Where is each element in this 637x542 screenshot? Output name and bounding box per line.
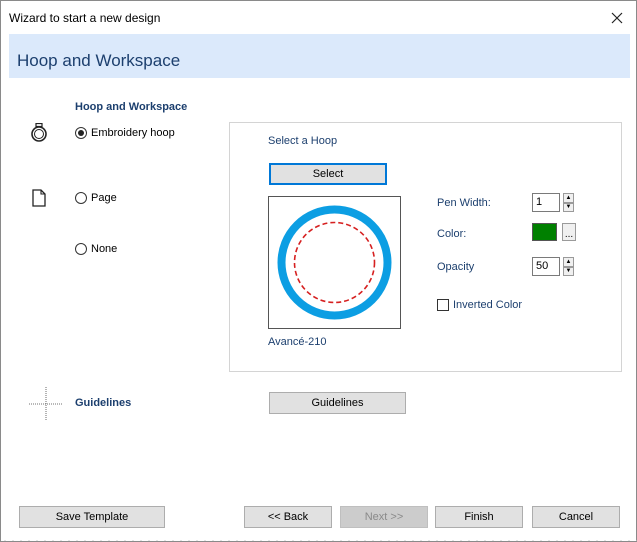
pen-width-label: Pen Width: (437, 197, 491, 209)
radio-embroidery-hoop[interactable]: Embroidery hoop (75, 127, 175, 139)
hoop-preview (268, 196, 401, 329)
page-header: Hoop and Workspace (9, 34, 630, 78)
spin-down-icon[interactable]: ▼ (563, 266, 574, 276)
page-title: Hoop and Workspace (17, 51, 181, 70)
title-bar: Wizard to start a new design (1, 1, 636, 33)
pen-width-input[interactable]: 1 (532, 193, 560, 212)
spin-up-icon[interactable]: ▲ (563, 193, 574, 203)
hoop-name: Avancé-210 (268, 336, 327, 348)
close-icon (611, 12, 623, 24)
next-button[interactable]: Next >> (340, 506, 428, 528)
hoop-preview-graphic (277, 205, 392, 320)
cancel-button[interactable]: Cancel (532, 506, 620, 528)
radio-page[interactable]: Page (75, 192, 117, 204)
spin-down-icon[interactable]: ▼ (563, 202, 574, 212)
radio-none-label: None (91, 243, 118, 255)
spin-up-icon[interactable]: ▲ (563, 257, 574, 267)
opacity-spinner[interactable]: ▲ ▼ (563, 257, 574, 276)
pen-width-spinner[interactable]: ▲ ▼ (563, 193, 574, 212)
finish-button[interactable]: Finish (435, 506, 523, 528)
radio-none[interactable]: None (75, 243, 117, 255)
hoop-icon (31, 123, 47, 142)
color-picker-button[interactable]: ... (562, 223, 576, 241)
opacity-label: Opacity (437, 261, 475, 273)
radio-indicator (75, 127, 87, 139)
radio-indicator (75, 192, 87, 204)
color-swatch[interactable] (532, 223, 557, 241)
opacity-input[interactable]: 50 (532, 257, 560, 276)
checkbox-box (437, 299, 449, 311)
select-hoop-label: Select a Hoop (268, 135, 338, 147)
guidelines-section-label: Guidelines (75, 397, 132, 409)
radio-indicator (75, 243, 87, 255)
close-button[interactable] (604, 5, 630, 31)
inverted-color-checkbox[interactable]: Inverted Color (437, 299, 522, 311)
guidelines-icon (29, 387, 63, 421)
radio-embroidery-hoop-label: Embroidery hoop (91, 127, 175, 139)
inverted-color-label: Inverted Color (453, 299, 523, 311)
back-button[interactable]: << Back (244, 506, 332, 528)
window-title: Wizard to start a new design (9, 11, 161, 25)
radio-page-label: Page (91, 192, 117, 204)
color-label: Color: (437, 228, 467, 240)
select-hoop-button[interactable]: Select (269, 163, 387, 185)
page-icon (32, 189, 46, 207)
wizard-window: Wizard to start a new design Hoop and Wo… (0, 0, 637, 542)
hoop-section-label: Hoop and Workspace (75, 101, 188, 113)
guidelines-button[interactable]: Guidelines (269, 392, 406, 414)
save-template-button[interactable]: Save Template (19, 506, 165, 528)
